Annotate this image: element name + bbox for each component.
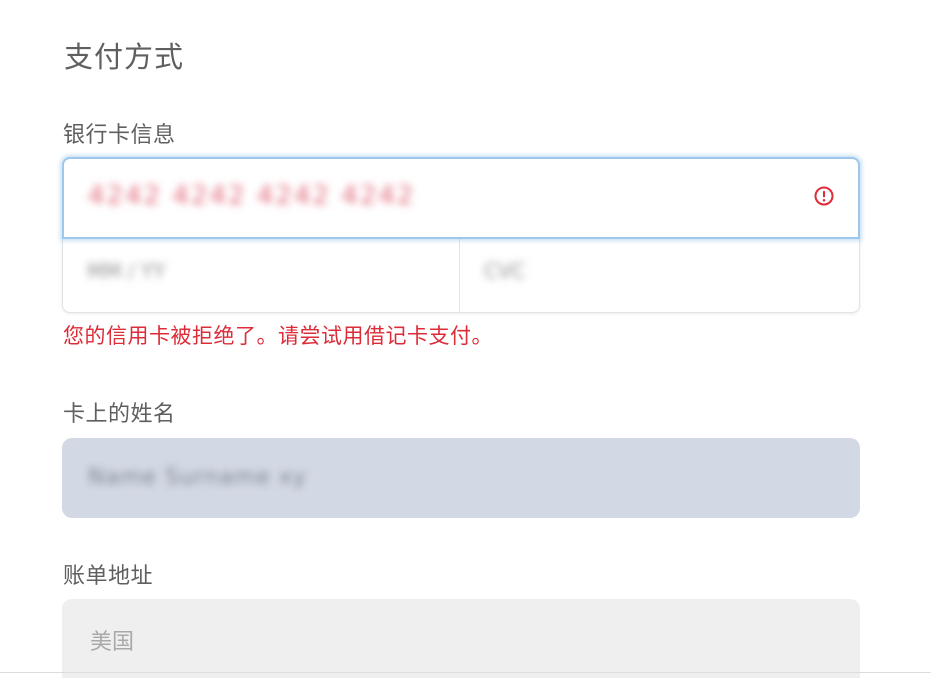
country-select[interactable]: 美国 <box>62 599 860 678</box>
payment-form: 支付方式 银行卡信息 4242 4242 4242 4242 MM / YY C… <box>0 0 931 678</box>
card-number-value: 4242 4242 4242 4242 <box>88 181 416 211</box>
card-error-message: 您的信用卡被拒绝了。请尝试用借记卡支付。 <box>63 324 493 348</box>
section-title: 支付方式 <box>64 40 185 74</box>
card-cvc-value: CVC <box>484 259 526 283</box>
exclamation-circle-icon <box>814 186 834 206</box>
name-on-card-value: Name Surname xy <box>88 465 307 490</box>
country-select-value: 美国 <box>90 630 135 655</box>
card-number-field[interactable]: 4242 4242 4242 4242 <box>62 157 860 239</box>
billing-address-label: 账单地址 <box>63 564 154 589</box>
bottom-divider <box>0 672 931 673</box>
name-on-card-label: 卡上的姓名 <box>63 402 176 427</box>
card-expiry-value: MM / YY <box>87 259 166 283</box>
card-input-group: 4242 4242 4242 4242 MM / YY CVC <box>62 157 860 314</box>
card-details-row: MM / YY CVC <box>62 237 860 313</box>
name-on-card-input[interactable]: Name Surname xy <box>62 438 860 518</box>
card-info-label: 银行卡信息 <box>63 123 176 148</box>
card-cvc-field[interactable]: CVC <box>460 237 859 312</box>
card-expiry-field[interactable]: MM / YY <box>63 237 460 312</box>
